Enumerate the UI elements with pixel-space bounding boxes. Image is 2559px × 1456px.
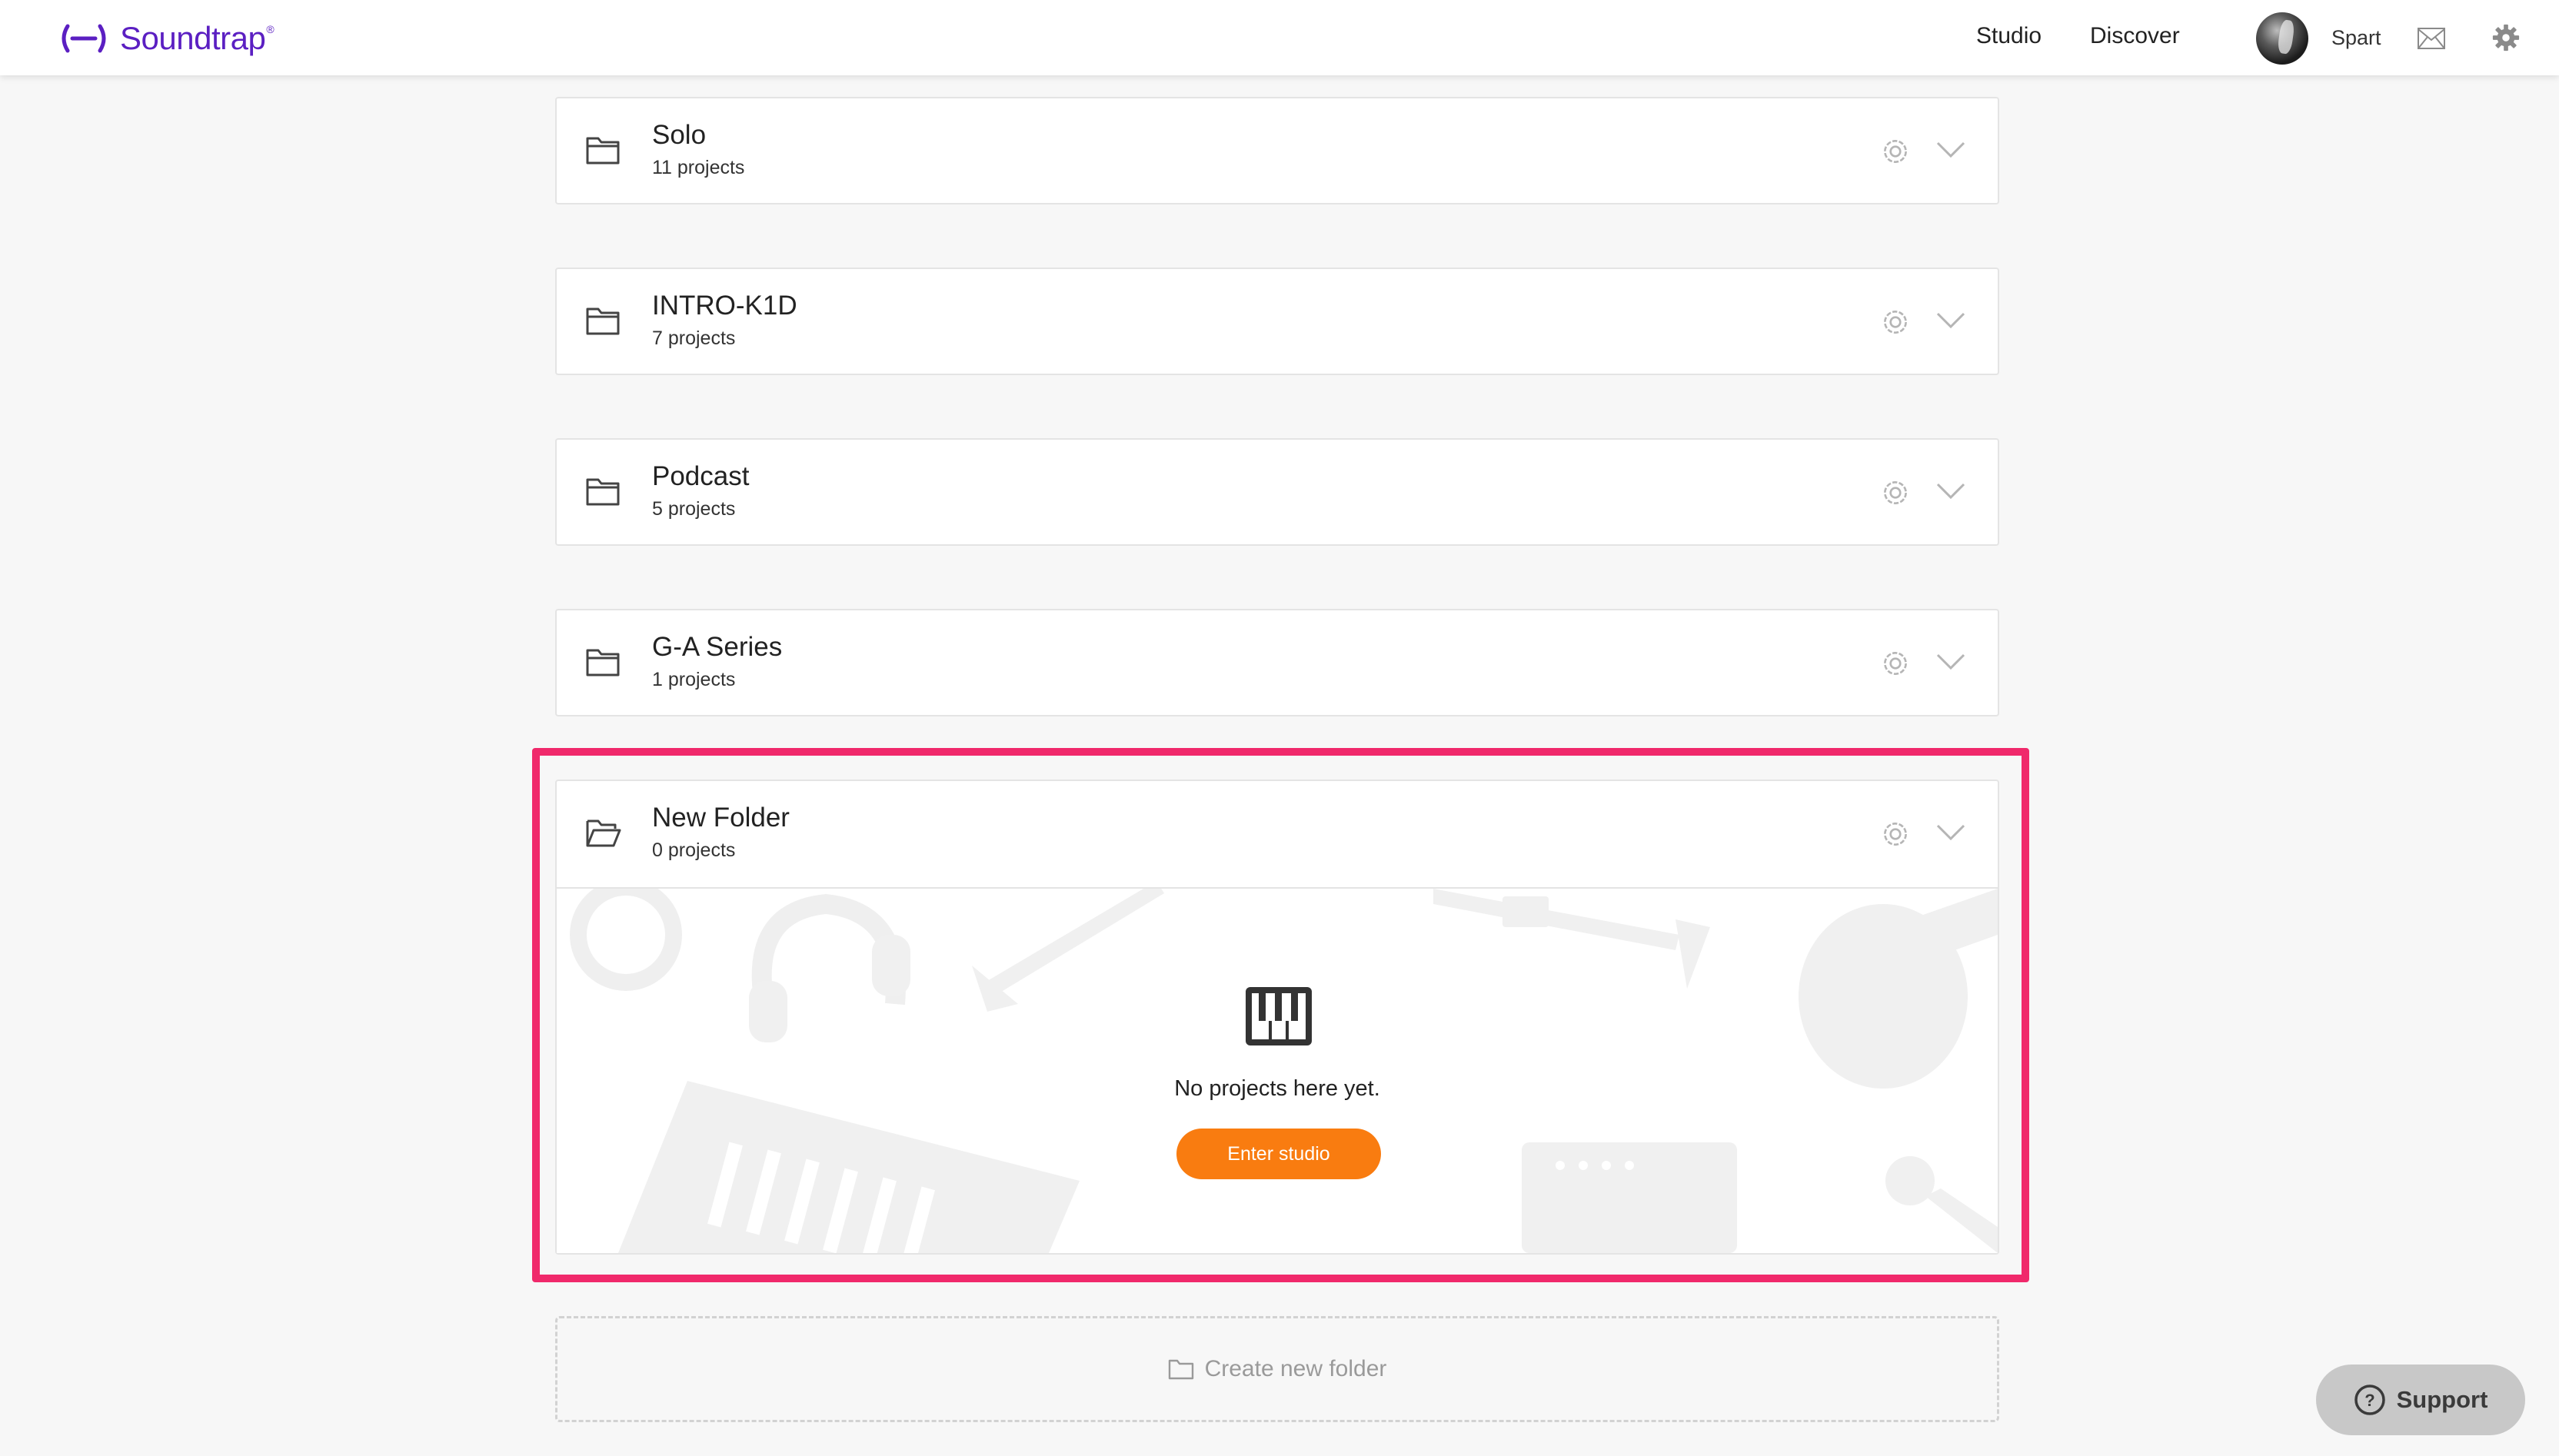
folder-card-new-folder[interactable]: New Folder 0 projects No projects here y…: [555, 780, 1999, 1255]
instruments-background-illustration: [570, 889, 1998, 1253]
folder-settings-gear-icon[interactable]: [1879, 818, 1912, 854]
folder-project-count: 11 projects: [652, 157, 745, 178]
folder-title: New Folder: [652, 803, 790, 833]
username[interactable]: Spart: [2331, 26, 2381, 50]
folder-card-header[interactable]: New Folder 0 projects: [557, 781, 1998, 889]
enter-studio-button[interactable]: Enter studio: [1176, 1129, 1381, 1179]
folder-title: G-A Series: [652, 632, 783, 662]
folder-settings-gear-icon[interactable]: [1879, 306, 1912, 342]
folder-icon: [586, 135, 620, 168]
folder-title: Solo: [652, 120, 707, 150]
logo-text: Soundtrap®: [120, 20, 275, 56]
folder-icon: [1168, 1359, 1193, 1380]
folder-project-count: 5 projects: [652, 498, 736, 520]
chevron-down-icon[interactable]: [1936, 824, 1965, 845]
folder-settings-gear-icon[interactable]: [1879, 477, 1912, 513]
folder-project-count: 1 projects: [652, 669, 736, 690]
folder-title: Podcast: [652, 461, 750, 491]
folder-open-icon: [586, 818, 621, 851]
svg-text:?: ?: [2364, 1391, 2374, 1410]
settings-gear-icon[interactable]: [2491, 23, 2521, 56]
chevron-down-icon[interactable]: [1936, 141, 1965, 162]
create-new-folder-button[interactable]: Create new folder: [555, 1316, 1999, 1422]
avatar[interactable]: [2256, 12, 2308, 65]
folder-project-count: 7 projects: [652, 327, 736, 349]
folder-icon: [586, 306, 620, 339]
folder-card-intro-k1d[interactable]: INTRO-K1D 7 projects: [555, 268, 1999, 375]
folder-card-solo[interactable]: Solo 11 projects: [555, 97, 1999, 204]
help-icon: ?: [2354, 1385, 2385, 1415]
support-label: Support: [2396, 1386, 2488, 1413]
top-bar: Soundtrap® Studio Discover Spart: [0, 0, 2559, 75]
chevron-down-icon[interactable]: [1936, 653, 1965, 674]
empty-state-message: No projects here yet.: [1174, 1076, 1380, 1101]
folder-icon: [586, 647, 620, 680]
support-button[interactable]: ? Support: [2316, 1365, 2525, 1435]
folder-title: INTRO-K1D: [652, 291, 797, 321]
chevron-down-icon[interactable]: [1936, 312, 1965, 333]
chevron-down-icon[interactable]: [1936, 483, 1965, 504]
mail-icon[interactable]: [2418, 28, 2445, 53]
empty-folder-area: No projects here yet. Enter studio: [557, 889, 1998, 1253]
folder-card-g-a-series[interactable]: G-A Series 1 projects: [555, 609, 1999, 716]
nav-studio-link[interactable]: Studio: [1976, 23, 2042, 49]
nav-discover-link[interactable]: Discover: [2090, 23, 2180, 49]
folder-card-podcast[interactable]: Podcast 5 projects: [555, 438, 1999, 546]
logo-mark-icon: [62, 24, 106, 53]
folder-project-count: 0 projects: [652, 839, 736, 861]
folder-settings-gear-icon[interactable]: [1879, 135, 1912, 171]
create-new-folder-label: Create new folder: [1204, 1356, 1387, 1381]
piano-icon: [1244, 986, 1313, 1051]
soundtrap-logo[interactable]: Soundtrap®: [58, 17, 275, 60]
folder-icon: [586, 477, 620, 510]
folder-settings-gear-icon[interactable]: [1879, 647, 1912, 683]
